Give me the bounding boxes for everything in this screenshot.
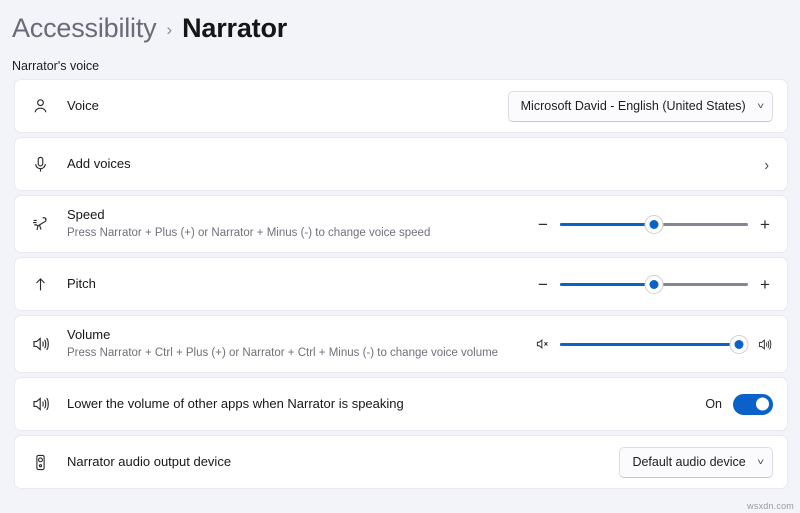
setting-title-audio-output-device: Narrator audio output device [67,453,232,469]
chevron-right-icon[interactable]: › [764,155,773,173]
setting-title-add-voices: Add voices [67,155,131,171]
setting-row-lower-volume[interactable]: Lower the volume of other apps when Narr… [14,377,788,431]
setting-description-speed: Press Narrator + Plus (+) or Narrator + … [67,226,431,239]
pitch-slider-thumb[interactable] [645,275,663,293]
breadcrumb: Accessibility › Narrator [0,0,800,50]
volume-slider-fill [560,342,739,346]
speed-slider-thumb[interactable] [645,215,663,233]
speaker-waves-icon [31,334,61,354]
setting-title-speed: Speed [67,207,105,223]
lower-volume-control: On [705,393,773,415]
plus-icon[interactable]: + [757,276,773,293]
audio-output-dropdown-value: Default audio device [632,455,746,469]
volume-slider-wrap [535,335,773,353]
settings-list: Voice Microsoft David - English (United … [0,79,800,489]
person-icon [31,97,61,116]
lower-volume-toggle-row: On [705,393,773,415]
speed-slider-fill [560,222,654,226]
setting-row-volume[interactable]: Volume Press Narrator + Ctrl + Plus (+) … [14,315,788,373]
voice-label-group: Voice [61,98,508,114]
minus-icon[interactable]: − [535,216,551,233]
setting-row-pitch[interactable]: Pitch − + [14,257,788,311]
chevron-down-icon: ˅ [756,457,764,467]
toggle-knob [756,397,769,411]
speed-slider-wrap: − + [535,215,773,233]
voice-dropdown[interactable]: Microsoft David - English (United States… [507,90,773,122]
voice-dropdown-value: Microsoft David - English (United States… [520,99,746,113]
lower-volume-toggle[interactable] [733,393,773,415]
setting-title-lower-volume: Lower the volume of other apps when Narr… [67,395,404,411]
pitch-slider-wrap: − + [535,275,773,293]
pitch-slider-fill [560,282,654,286]
setting-title-voice: Voice [67,97,99,113]
lower-volume-label-group: Lower the volume of other apps when Narr… [61,396,705,412]
audio-output-device-icon [31,453,61,472]
speaker-mute-icon[interactable] [535,336,551,352]
volume-slider-thumb[interactable] [730,335,748,353]
setting-row-speed[interactable]: Speed Press Narrator + Plus (+) or Narra… [14,195,788,253]
setting-row-audio-output-device[interactable]: Narrator audio output device Default aud… [14,435,788,489]
up-arrow-icon [31,275,61,294]
chevron-down-icon: ˅ [756,101,764,111]
volume-label-group: Volume Press Narrator + Ctrl + Plus (+) … [61,327,535,360]
pitch-slider[interactable] [560,275,748,293]
speed-control: − + [535,215,773,233]
voice-control: Microsoft David - English (United States… [507,90,773,122]
section-header-narrators-voice: Narrator's voice [12,59,100,73]
audio-output-control: Default audio device ˅ [619,446,773,478]
minus-icon[interactable]: − [535,276,551,293]
add-voices-control: › [764,155,773,173]
speed-slider[interactable] [560,215,748,233]
volume-slider[interactable] [560,335,748,353]
page-title: Narrator [182,12,288,43]
pitch-control: − + [535,275,773,293]
add-voices-label-group: Add voices [61,156,764,172]
speed-label-group: Speed Press Narrator + Plus (+) or Narra… [61,207,535,240]
setting-title-volume: Volume [67,327,111,343]
speaker-loud-icon[interactable] [757,336,773,353]
pitch-label-group: Pitch [61,276,535,292]
setting-row-add-voices[interactable]: Add voices › [14,137,788,191]
volume-control [535,335,773,353]
plus-icon[interactable]: + [757,216,773,233]
breadcrumb-parent-accessibility[interactable]: Accessibility [12,13,157,44]
setting-row-voice[interactable]: Voice Microsoft David - English (United … [14,79,788,133]
speed-rabbit-icon [31,214,61,234]
setting-title-pitch: Pitch [67,275,96,291]
audio-output-label-group: Narrator audio output device [61,454,619,470]
microphone-icon [31,155,61,174]
speaker-waves-icon [31,394,61,414]
toggle-state-label: On [705,397,722,411]
setting-description-volume: Press Narrator + Ctrl + Plus (+) or Narr… [67,346,499,359]
chevron-right-icon: › [166,20,173,39]
audio-output-dropdown[interactable]: Default audio device ˅ [619,446,773,478]
watermark: wsxdn.com [747,501,794,511]
